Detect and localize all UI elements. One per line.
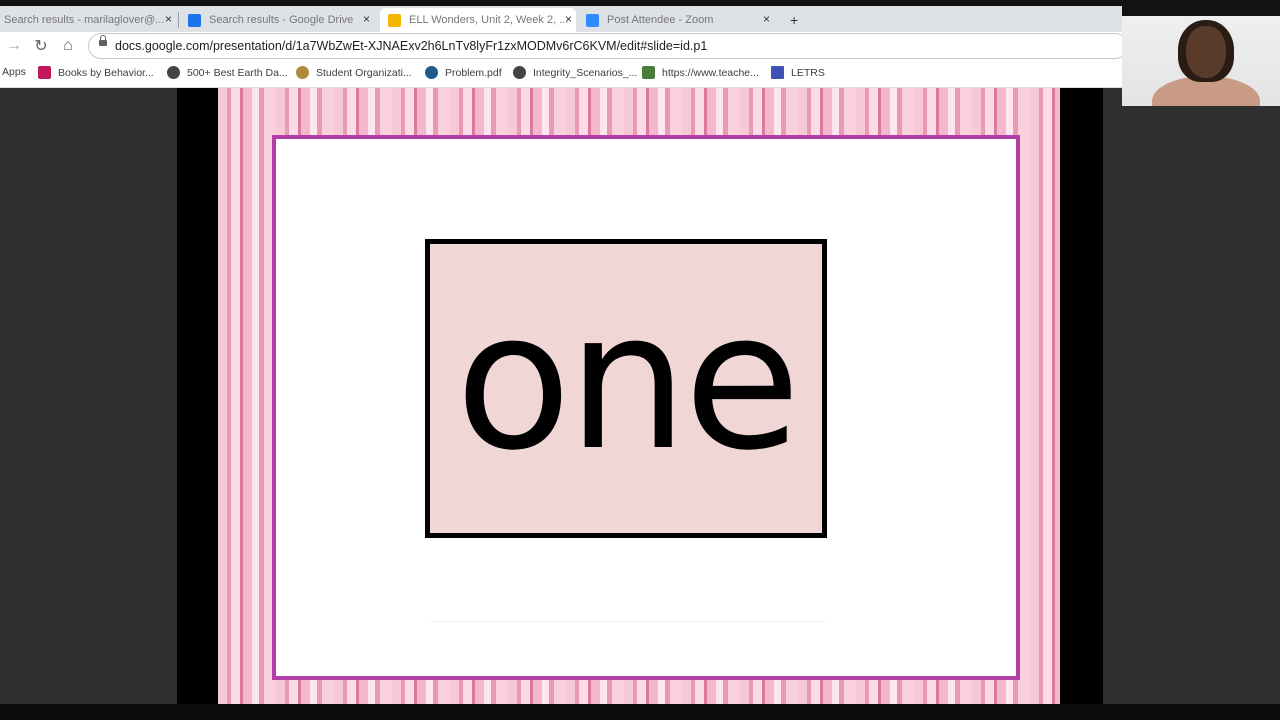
pdf-globe-icon (425, 66, 438, 79)
webcam-video (1122, 16, 1280, 106)
bookmark-label: Books by Behavior... (58, 66, 154, 79)
tab-title: Search results - Google Drive (209, 14, 354, 26)
close-tab-icon[interactable]: × (363, 12, 370, 26)
globe-icon (167, 66, 180, 79)
tab-search-results-mail[interactable]: Search results - marilaglover@... × (4, 8, 176, 32)
tab-bar: Search results - marilaglover@... × Sear… (0, 6, 1122, 32)
bookmark-favicon-icon (296, 66, 309, 79)
bookmark-label: Apps (2, 66, 26, 78)
plus-icon: + (790, 12, 799, 28)
new-tab-button[interactable]: + (790, 8, 810, 32)
tab-separator (178, 12, 179, 28)
address-bar[interactable]: docs.google.com/presentation/d/1a7WbZwEt… (88, 33, 1128, 59)
reload-icon[interactable]: ↻ (31, 36, 51, 56)
tab-title: Post Attendee - Zoom (607, 14, 714, 26)
bookmark-favicon-icon (38, 66, 51, 79)
bookmark-label: Student Organizati... (316, 66, 412, 79)
bookmark-letrs[interactable]: LETRS (771, 66, 825, 79)
letrs-icon (771, 66, 784, 79)
tab-title: Search results - marilaglover@... (4, 14, 165, 26)
tab-ell-wonders[interactable]: ELL Wonders, Unit 2, Week 2, ... × (380, 8, 576, 32)
bookmark-favicon-icon (642, 66, 655, 79)
bookmark-label: Problem.pdf (445, 66, 502, 79)
zoom-favicon-icon (586, 13, 599, 27)
close-tab-icon[interactable]: × (165, 12, 172, 26)
lock-icon (99, 35, 107, 46)
window-bottom-strip (0, 704, 1280, 720)
bookmark-teacher-site[interactable]: https://www.teache... (642, 66, 759, 79)
bookmark-label: LETRS (791, 66, 825, 79)
slides-favicon-icon (388, 13, 401, 27)
close-tab-icon[interactable]: × (763, 12, 770, 26)
bookmark-label: https://www.teache... (662, 66, 759, 79)
sight-word-box: one (425, 239, 827, 538)
left-gutter (0, 88, 177, 704)
url-text: docs.google.com/presentation/d/1a7WbZwEt… (115, 39, 708, 53)
bookmark-problem-pdf[interactable]: Problem.pdf (425, 66, 502, 79)
right-gutter (1103, 88, 1280, 704)
home-icon[interactable]: ⌂ (58, 36, 78, 56)
sight-word: one (455, 270, 801, 492)
slide-divider (430, 621, 825, 622)
drive-favicon-icon (188, 13, 201, 27)
bookmark-integrity-scenarios[interactable]: Integrity_Scenarios_... (513, 66, 637, 79)
forward-icon[interactable]: → (4, 36, 24, 56)
bookmark-books-by-behavior[interactable]: Books by Behavior... (38, 66, 154, 79)
bookmark-student-organization[interactable]: Student Organizati... (296, 66, 412, 79)
bookmark-label: 500+ Best Earth Da... (187, 66, 288, 79)
close-tab-icon[interactable]: × (565, 12, 572, 26)
bookmarks-bar: Apps Books by Behavior... 500+ Best Eart… (0, 60, 1122, 88)
presenter-face (1186, 26, 1226, 78)
bookmark-earth-day[interactable]: 500+ Best Earth Da... (167, 66, 288, 79)
tab-google-drive[interactable]: Search results - Google Drive × (188, 8, 374, 32)
browser-toolbar: → ↻ ⌂ docs.google.com/presentation/d/1a7… (0, 32, 1128, 60)
tab-title: ELL Wonders, Unit 2, Week 2, ... (409, 14, 569, 26)
globe-icon (513, 66, 526, 79)
bookmark-apps[interactable]: Apps (2, 66, 26, 78)
tab-zoom[interactable]: Post Attendee - Zoom × (586, 8, 774, 32)
bookmark-label: Integrity_Scenarios_... (533, 66, 638, 79)
